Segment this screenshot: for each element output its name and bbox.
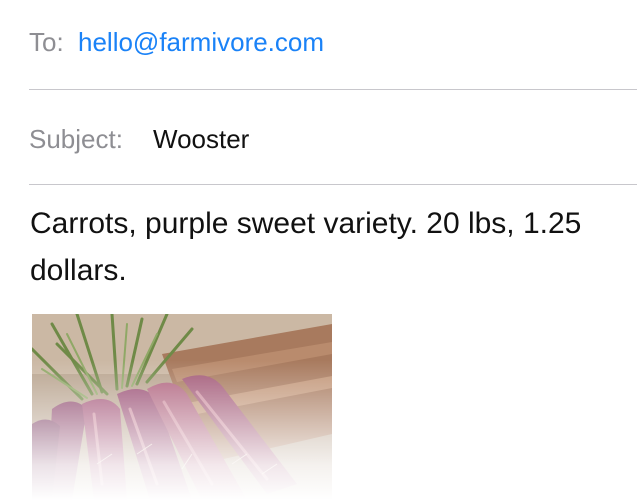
to-field[interactable]: To: hello@farmivore.com	[0, 0, 637, 90]
to-label: To:	[29, 27, 64, 57]
recipient-address[interactable]: hello@farmivore.com	[78, 27, 324, 58]
attached-carrots-photo[interactable]	[32, 314, 332, 500]
message-body[interactable]: Carrots, purple sweet variety. 20 lbs, 1…	[30, 200, 620, 294]
divider	[29, 89, 637, 90]
divider	[29, 184, 637, 185]
subject-label: Subject:	[29, 124, 123, 154]
email-compose-view: To: hello@farmivore.com Subject: Wooster…	[0, 0, 637, 500]
subject-input[interactable]: Wooster	[153, 124, 249, 155]
subject-field[interactable]: Subject: Wooster	[0, 94, 637, 184]
